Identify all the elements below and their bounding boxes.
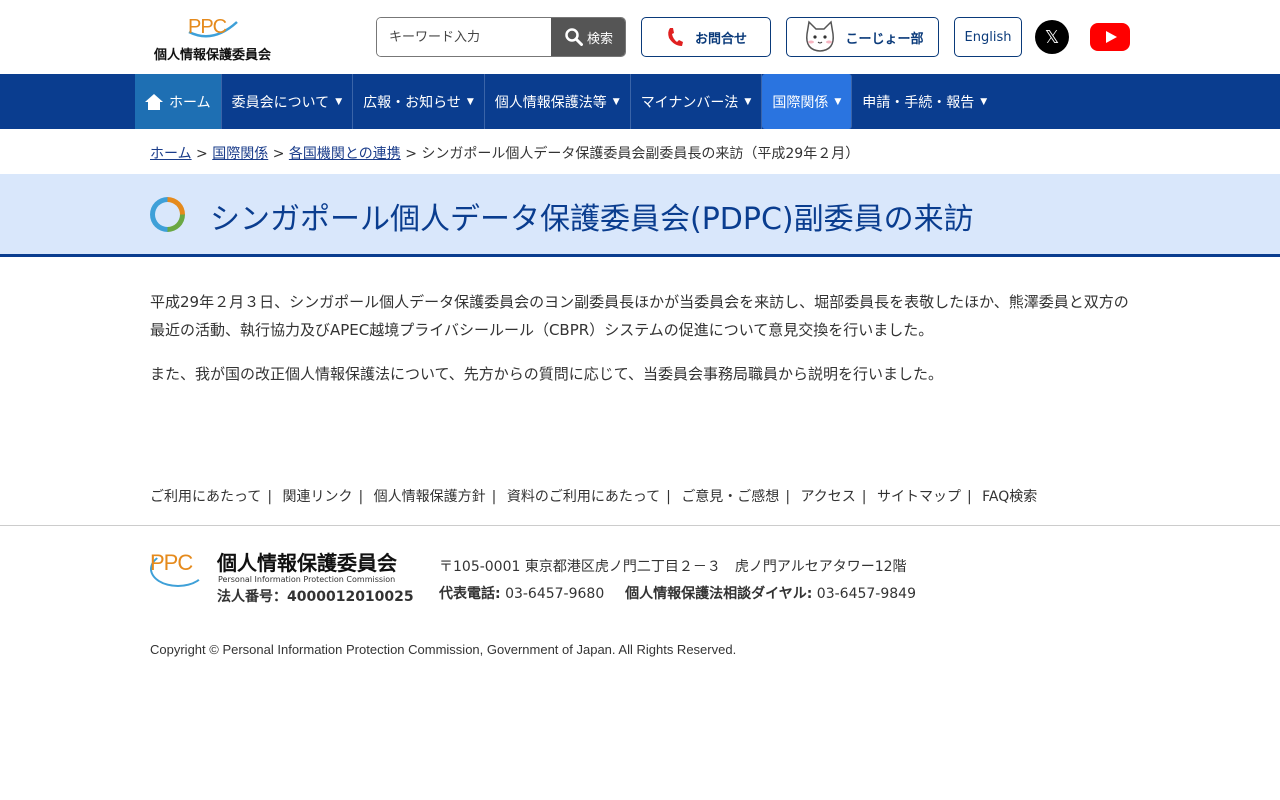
breadcrumb-intl-link[interactable]: 国際関係 xyxy=(212,146,268,162)
nav-item-mynumber[interactable]: マイナンバー法 ▼ xyxy=(631,74,763,129)
page-title-band: シンガポール個人データ保護委員会(PDPC)副委員の来訪 xyxy=(0,174,1280,257)
logo-ppc-text: PPC xyxy=(188,16,227,38)
footer-logo-english: Personal Information Protection Commissi… xyxy=(218,575,396,584)
contact-button[interactable]: お問合せ xyxy=(641,17,771,57)
club-label: こーじょー部 xyxy=(845,31,924,47)
nav-label-international: 国際関係 xyxy=(772,94,829,111)
footer-separator: | xyxy=(267,489,273,505)
nav-label-law: 個人情報保護法等 xyxy=(494,94,607,111)
nav-label-about: 委員会について xyxy=(231,94,330,111)
corp-number: 法人番号：4000012010025 xyxy=(217,589,414,605)
footer-separator: | xyxy=(358,489,364,505)
search-box: 検索 xyxy=(376,17,626,57)
youtube-icon[interactable] xyxy=(1090,23,1130,51)
breadcrumb-current: シンガポール個人データ保護委員会副委員長の来訪（平成29年２月） xyxy=(421,146,860,162)
caret-down-icon: ▼ xyxy=(744,96,752,107)
contact-label: お問合せ xyxy=(694,31,747,47)
caret-down-icon: ▼ xyxy=(834,96,842,107)
site-header: PPC 個人情報保護委員会 検索 お問合せ こーじょー部 English xyxy=(0,0,1280,74)
footer-logo-name: 個人情報保護委員会 xyxy=(217,551,397,575)
search-icon xyxy=(565,28,583,46)
tel-label: 代表電話: xyxy=(439,586,501,602)
copyright: Copyright © Personal Information Protect… xyxy=(150,642,737,657)
footer-link-sitemap[interactable]: サイトマップ xyxy=(877,489,961,505)
footer-separator: | xyxy=(966,489,972,505)
consult-label: 個人情報保護法相談ダイヤル: xyxy=(625,586,813,602)
footer-link-materials[interactable]: 資料のご利用にあたって xyxy=(507,489,660,505)
footer-link-terms[interactable]: ご利用にあたって xyxy=(150,489,261,505)
caret-down-icon: ▼ xyxy=(612,96,620,107)
caret-down-icon: ▼ xyxy=(466,96,474,107)
footer-link-related[interactable]: 関連リンク xyxy=(282,489,352,505)
nav-item-international[interactable]: 国際関係 ▼ xyxy=(762,74,853,129)
nav-item-home[interactable]: ホーム xyxy=(135,74,222,129)
footer-separator: | xyxy=(861,489,867,505)
page-title: シンガポール個人データ保護委員会(PDPC)副委員の来訪 xyxy=(210,202,974,237)
search-button-label: 検索 xyxy=(586,31,613,47)
footer-link-feedback[interactable]: ご意見・ご感想 xyxy=(681,489,779,505)
consult-number: 03-6457-9849 xyxy=(816,586,916,602)
breadcrumb-separator: > xyxy=(272,146,285,162)
logo-name: 個人情報保護委員会 xyxy=(154,48,272,63)
x-twitter-icon[interactable]: 𝕏 xyxy=(1035,20,1069,54)
nav-label-news: 広報・お知らせ xyxy=(363,94,461,111)
footer-divider xyxy=(0,525,1280,526)
nav-item-about[interactable]: 委員会について ▼ xyxy=(222,74,354,129)
home-icon xyxy=(145,93,163,110)
nav-item-law[interactable]: 個人情報保護法等 ▼ xyxy=(485,74,631,129)
english-label: English xyxy=(964,29,1012,45)
footer-link-privacy[interactable]: 個人情報保護方針 xyxy=(374,489,486,505)
breadcrumb-separator: > xyxy=(405,146,417,162)
footer-link-faq[interactable]: FAQ検索 xyxy=(982,489,1037,505)
nav-item-news[interactable]: 広報・お知らせ ▼ xyxy=(353,74,485,129)
nav-label-mynumber: マイナンバー法 xyxy=(640,94,739,111)
footer-logo-ppc: PPC xyxy=(150,550,193,575)
nav-item-procedures[interactable]: 申請・手続・報告 ▼ xyxy=(852,74,997,129)
footer-logo: PPC 個人情報保護委員会 Personal Information Prote… xyxy=(150,547,425,609)
cat-mascot-icon xyxy=(806,20,835,52)
tel-number: 03-6457-9680 xyxy=(505,586,605,602)
footer-link-access[interactable]: アクセス xyxy=(800,489,855,505)
footer-address: 〒105-0001 東京都港区虎ノ門二丁目２－３ 虎ノ門アルセアタワー12階 xyxy=(439,559,907,575)
nav-label-home: ホーム xyxy=(169,94,211,111)
main-content: 平成29年２月３日、シンガポール個人データ保護委員会のヨン副委員長ほかが当委員会… xyxy=(150,288,1130,404)
phone-icon xyxy=(668,28,683,46)
content-paragraph: また、我が国の改正個人情報保護法について、先方からの質問に応じて、当委員会事務局… xyxy=(150,365,944,383)
ring-icon xyxy=(150,197,185,232)
caret-down-icon: ▼ xyxy=(335,96,343,107)
search-input[interactable] xyxy=(377,18,551,56)
search-button[interactable]: 検索 xyxy=(551,18,625,56)
footer-separator: | xyxy=(666,489,671,505)
x-glyph: 𝕏 xyxy=(1044,26,1060,48)
footer-links: ご利用にあたって | 関連リンク | 個人情報保護方針 | 資料のご利用にあたって | … xyxy=(150,486,1037,506)
global-nav: ホーム 委員会について ▼ 広報・お知らせ ▼ 個人情報保護法等 ▼ マイナンバー法 ▼… xyxy=(0,74,1280,129)
nav-label-procedures: 申請・手続・報告 xyxy=(862,94,975,111)
content-paragraph: 平成29年２月３日、シンガポール個人データ保護委員会のヨン副委員長ほかが当委員会… xyxy=(150,293,1129,339)
breadcrumb-home-link[interactable]: ホーム xyxy=(150,146,192,162)
breadcrumb-separator: > xyxy=(196,146,208,162)
english-button[interactable]: English xyxy=(954,17,1022,57)
caret-down-icon: ▼ xyxy=(980,96,988,107)
footer-separator: | xyxy=(491,489,497,505)
breadcrumb: ホーム > 国際関係 > 各国機関との連携 > シンガポール個人データ保護委員会… xyxy=(150,143,859,163)
site-logo[interactable]: PPC 個人情報保護委員会 xyxy=(150,10,280,64)
breadcrumb-coop-link[interactable]: 各国機関との連携 xyxy=(289,146,401,162)
club-button[interactable]: こーじょー部 xyxy=(786,17,939,57)
footer-phone: 代表電話: 03-6457-9680 個人情報保護法相談ダイヤル: 03-645… xyxy=(439,583,916,603)
footer-separator: | xyxy=(785,489,791,505)
